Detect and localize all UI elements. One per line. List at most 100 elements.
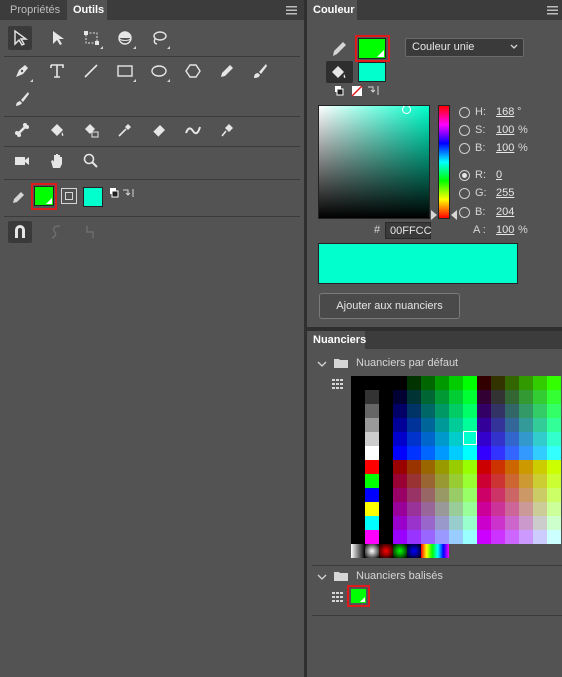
swatch-cell[interactable] xyxy=(393,418,407,432)
swatch-cell[interactable] xyxy=(533,404,547,418)
radio-s[interactable] xyxy=(459,125,470,136)
swatch-cell[interactable] xyxy=(393,376,407,390)
ink-bottle-icon[interactable] xyxy=(79,118,103,142)
swatch-cell[interactable] xyxy=(407,530,421,544)
swatch-cell[interactable] xyxy=(365,516,379,530)
color-picker-handle[interactable] xyxy=(402,106,411,114)
swatch-cell[interactable] xyxy=(519,474,533,488)
swatch-cell[interactable] xyxy=(463,516,477,530)
swatch-cell[interactable] xyxy=(407,390,421,404)
swatch-cell[interactable] xyxy=(547,474,561,488)
swatch-cell[interactable] xyxy=(421,530,435,544)
swatch-cell[interactable] xyxy=(379,488,393,502)
swatch-cell[interactable] xyxy=(351,404,365,418)
swatch-cell[interactable] xyxy=(519,488,533,502)
swatch-cell[interactable] xyxy=(393,446,407,460)
swatch-cell[interactable] xyxy=(365,460,379,474)
swatch-cell[interactable] xyxy=(505,460,519,474)
width-icon[interactable] xyxy=(181,118,205,142)
gradient-swatch[interactable] xyxy=(407,544,421,558)
swatch-cell[interactable] xyxy=(351,390,365,404)
swatch-cell[interactable] xyxy=(393,390,407,404)
selection-arrow-icon[interactable] xyxy=(8,26,32,50)
blue-value[interactable]: 204 xyxy=(496,206,514,218)
swatch-cell[interactable] xyxy=(533,418,547,432)
gradient-swatch[interactable] xyxy=(365,544,379,558)
swatch-cell[interactable] xyxy=(477,390,491,404)
chevron-down-icon[interactable] xyxy=(317,359,327,367)
gradient-swatch[interactable] xyxy=(421,544,449,558)
swatch-cell[interactable] xyxy=(449,446,463,460)
swatch-cell[interactable] xyxy=(547,418,561,432)
swatch-cell[interactable] xyxy=(463,390,477,404)
swatch-cell[interactable] xyxy=(421,376,435,390)
hue-slider-handle[interactable] xyxy=(451,210,457,220)
swatch-cell[interactable] xyxy=(477,488,491,502)
swatch-cell[interactable] xyxy=(449,432,463,446)
swatch-cell[interactable] xyxy=(365,404,379,418)
swatch-cell[interactable] xyxy=(449,376,463,390)
swatch-cell[interactable] xyxy=(491,376,505,390)
tagged-swatches-label[interactable]: Nuanciers balisés xyxy=(356,570,443,582)
swatch-cell[interactable] xyxy=(435,502,449,516)
swatch-cell[interactable] xyxy=(477,404,491,418)
radio-g[interactable] xyxy=(459,188,470,199)
default-swatches-label[interactable]: Nuanciers par défaut xyxy=(356,357,458,369)
swatch-cell[interactable] xyxy=(379,432,393,446)
hex-input[interactable]: 00FFCC xyxy=(385,222,432,239)
swatch-grid[interactable] xyxy=(351,376,562,558)
swatch-cell[interactable] xyxy=(463,446,477,460)
swatch-cell[interactable] xyxy=(547,516,561,530)
swatch-cell[interactable] xyxy=(351,488,365,502)
color-type-dropdown[interactable]: Couleur unie xyxy=(405,38,524,57)
add-to-swatches-button[interactable]: Ajouter aux nuanciers xyxy=(319,293,460,319)
swatch-cell[interactable] xyxy=(547,432,561,446)
radio-h[interactable] xyxy=(459,107,470,118)
swatch-cell[interactable] xyxy=(407,432,421,446)
subselection-arrow-icon[interactable] xyxy=(45,26,69,50)
hue-slider[interactable] xyxy=(438,105,450,219)
swatch-cell[interactable] xyxy=(351,418,365,432)
swatch-cell[interactable] xyxy=(435,376,449,390)
swatch-cell[interactable] xyxy=(505,432,519,446)
swatch-cell[interactable] xyxy=(435,418,449,432)
swatch-cell[interactable] xyxy=(519,376,533,390)
swatch-cell[interactable] xyxy=(407,460,421,474)
polystar-icon[interactable] xyxy=(181,59,205,83)
swatch-cell[interactable] xyxy=(505,488,519,502)
swatch-cell[interactable] xyxy=(407,418,421,432)
swatch-cell[interactable] xyxy=(393,502,407,516)
swatch-cell[interactable] xyxy=(421,474,435,488)
swatch-cell[interactable] xyxy=(463,530,477,544)
text-icon[interactable] xyxy=(45,59,69,83)
swatch-cell[interactable] xyxy=(435,460,449,474)
radio-r[interactable] xyxy=(459,170,470,181)
swatch-cell[interactable] xyxy=(365,446,379,460)
swatch-cell[interactable] xyxy=(351,376,365,390)
grid-view-icon[interactable] xyxy=(332,379,344,389)
swatch-cell[interactable] xyxy=(519,404,533,418)
swatch-cell[interactable] xyxy=(435,516,449,530)
swatch-cell[interactable] xyxy=(379,502,393,516)
pin-icon[interactable] xyxy=(215,118,239,142)
swatch-cell[interactable] xyxy=(491,488,505,502)
s-value[interactable]: 100 xyxy=(496,124,514,136)
swatch-cell[interactable] xyxy=(393,474,407,488)
swatch-cell[interactable] xyxy=(449,404,463,418)
color-mini-tools[interactable] xyxy=(334,85,384,97)
swatch-cell[interactable] xyxy=(533,516,547,530)
swatch-cell[interactable] xyxy=(379,418,393,432)
swatch-cell[interactable] xyxy=(393,516,407,530)
oval-icon[interactable] xyxy=(147,59,171,83)
paint-brush-icon[interactable] xyxy=(10,87,34,111)
swatch-cell[interactable] xyxy=(463,418,477,432)
swatch-cell[interactable] xyxy=(379,460,393,474)
swatch-cell[interactable] xyxy=(463,488,477,502)
color-stroke-swatch[interactable] xyxy=(358,38,386,59)
swatch-cell[interactable] xyxy=(477,474,491,488)
swatch-cell[interactable] xyxy=(491,460,505,474)
gradient-swatch[interactable] xyxy=(351,544,365,558)
hamburger-icon[interactable] xyxy=(547,5,559,15)
swatch-cell[interactable] xyxy=(407,404,421,418)
swatch-cell[interactable] xyxy=(491,474,505,488)
